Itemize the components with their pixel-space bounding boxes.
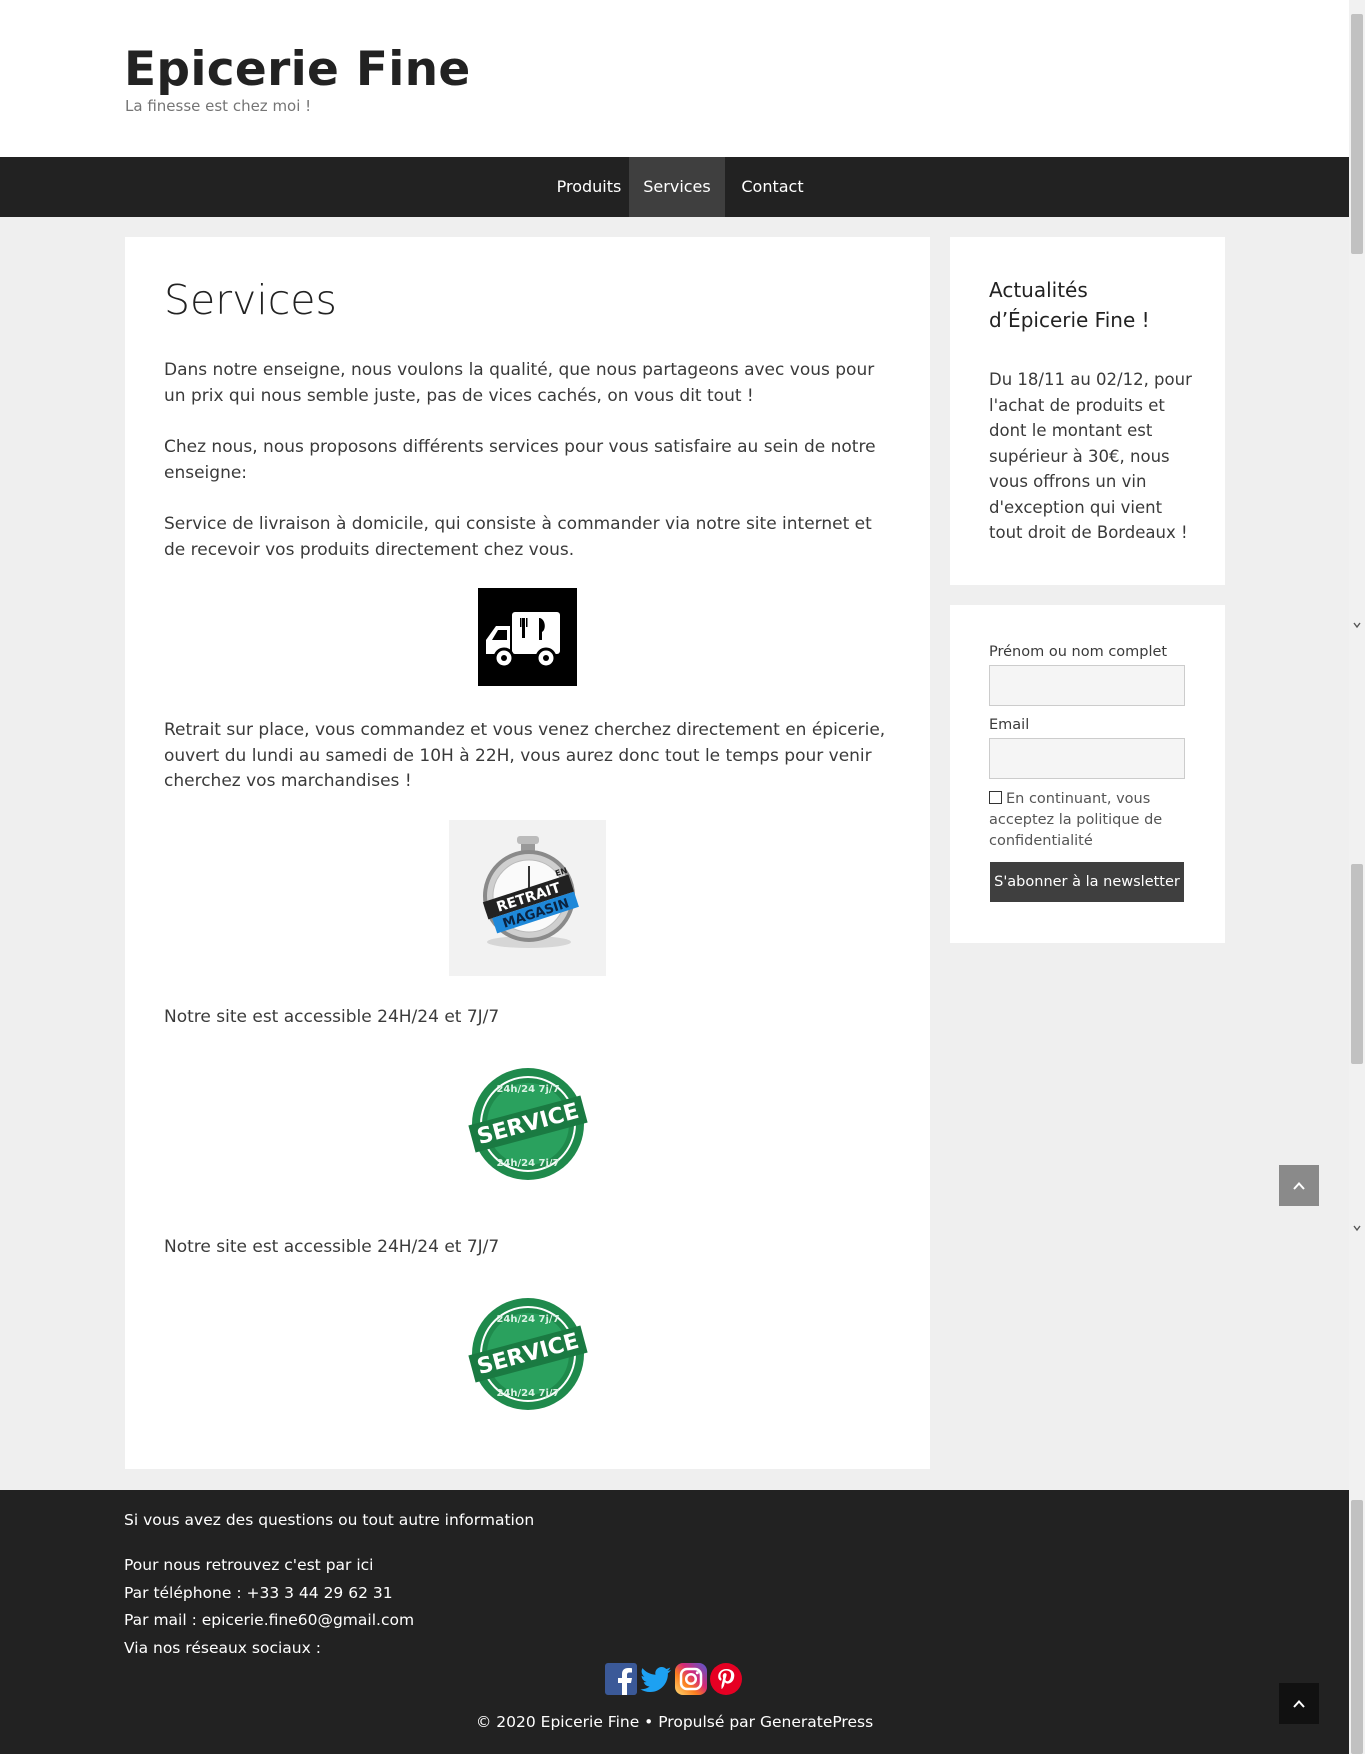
news-text: Du 18/11 au 02/12, pour l'achat de produ… [989,370,1192,542]
availability-paragraph-1: Notre site est accessible 24H/24 et 7J/7 [164,1007,500,1027]
sidebar-news-widget: Actualités d’Épicerie Fine ! Du 18/11 au… [950,237,1225,585]
page-title: Services [164,276,337,324]
chevron-down-icon[interactable] [1352,620,1362,630]
footer-mail[interactable]: Par mail : epicerie.fine60@gmail.com [124,1611,414,1629]
email-label: Email [989,717,1030,733]
site-title[interactable]: Epicerie Fine [124,42,471,97]
name-input[interactable] [989,665,1185,706]
news-title: Actualités d’Épicerie Fine ! [989,278,1150,332]
consent-label: En continuant, vous acceptez la politiqu… [989,791,1163,849]
footer-find-us: Pour nous retrouvez c'est par ici [124,1556,374,1574]
store-pickup-image: RETRAIT MAGASIN EN [449,820,606,976]
nav-item-services[interactable]: Services [629,157,725,217]
newsletter-form: Prénom ou nom complet Email En continuan… [950,605,1225,943]
main-navigation: Produits Services Contact [0,157,1349,217]
consent-row: En continuant, vous acceptez la politiqu… [989,789,1189,852]
delivery-truck-image [478,588,577,686]
footer-copyright: © 2020 Epicerie Fine • Propulsé par Gene… [475,1713,874,1731]
back-to-top-button[interactable] [1279,1165,1319,1206]
chevron-down-icon[interactable] [1352,1223,1362,1233]
scrollbar-thumb[interactable] [1351,14,1363,254]
footer-intro: Si vous avez des questions ou tout autre… [124,1511,535,1529]
delivery-truck-icon [486,612,560,669]
services-paragraph: Chez nous, nous proposons différents ser… [164,437,876,483]
service-24-7-badge-1: 24h/24 7j/7 SERVICE 24h/24 7j/7 [468,1064,588,1184]
svg-text:24h/24 7j/7: 24h/24 7j/7 [496,1314,559,1325]
twitter-icon[interactable] [640,1663,672,1695]
svg-text:24h/24 7j/7: 24h/24 7j/7 [496,1158,559,1169]
site-tagline: La finesse est chez moi ! [125,97,312,115]
footer-social-intro: Via nos réseaux sociaux : [124,1639,321,1657]
subscribe-button[interactable]: S'abonner à la newsletter [990,862,1184,902]
intro-paragraph: Dans notre enseigne, nous voulons la qua… [164,360,875,406]
back-to-top-button-footer[interactable] [1279,1683,1319,1724]
nav-item-produits[interactable]: Produits [536,157,642,217]
service-badge-icon: 24h/24 7j/7 SERVICE 24h/24 7j/7 [468,1298,588,1410]
service-badge-icon: 24h/24 7j/7 SERVICE 24h/24 7j/7 [468,1068,588,1180]
nav-item-contact[interactable]: Contact [725,157,820,217]
scrollbar-thumb-tertiary[interactable] [1351,1500,1363,1754]
availability-paragraph-2: Notre site est accessible 24H/24 et 7J/7 [164,1237,500,1257]
svg-text:24h/24 7j/7: 24h/24 7j/7 [496,1388,559,1399]
email-input[interactable] [989,738,1185,779]
pinterest-icon[interactable] [710,1663,742,1695]
pickup-paragraph: Retrait sur place, vous commandez et vou… [164,720,886,791]
consent-checkbox[interactable] [989,791,1002,804]
scrollbar-thumb-secondary[interactable] [1351,864,1363,1064]
svg-text:24h/24 7j/7: 24h/24 7j/7 [496,1084,559,1095]
stopwatch-icon: RETRAIT MAGASIN EN [482,836,579,948]
chevron-up-icon [1293,1700,1305,1708]
facebook-icon[interactable] [605,1663,637,1695]
service-24-7-badge-2: 24h/24 7j/7 SERVICE 24h/24 7j/7 [468,1294,588,1414]
delivery-paragraph: Service de livraison à domicile, qui con… [164,514,872,560]
instagram-icon[interactable] [675,1663,707,1695]
name-label: Prénom ou nom complet [989,644,1168,660]
main-content: Services Dans notre enseigne, nous voulo… [125,237,930,1469]
site-header: Epicerie Fine La finesse est chez moi ! [0,0,1349,157]
chevron-up-icon [1293,1182,1305,1190]
footer-phone: Par téléphone : +33 3 44 29 62 31 [124,1584,393,1602]
